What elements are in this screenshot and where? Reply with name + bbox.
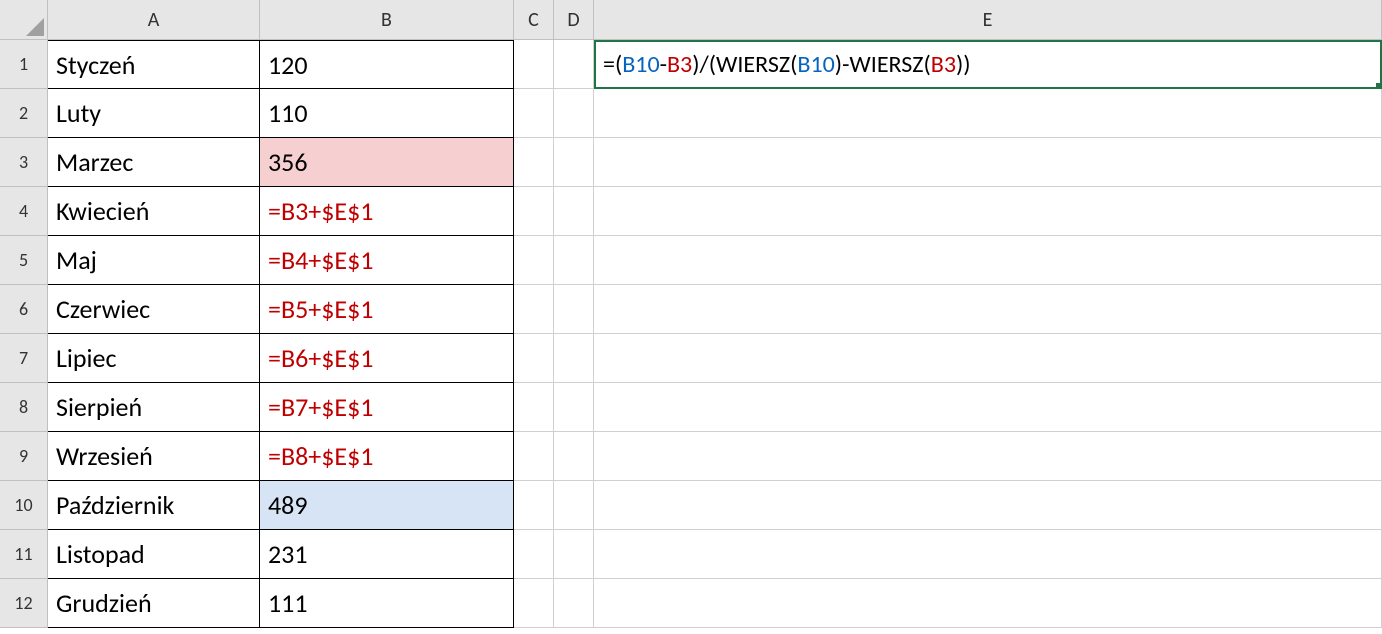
cell-D4[interactable] — [554, 187, 594, 236]
cell-E4[interactable] — [594, 187, 1382, 236]
cell-A12[interactable]: Grudzień — [48, 579, 260, 628]
cell-A4[interactable]: Kwiecień — [48, 187, 260, 236]
cell-D10[interactable] — [554, 481, 594, 530]
cell-B5[interactable]: =B4+$E$1 — [260, 236, 514, 285]
cell-B10[interactable]: 489 — [260, 481, 514, 530]
row-header-9[interactable]: 9 — [0, 432, 48, 481]
cell-B2[interactable]: 110 — [260, 89, 514, 138]
formula-seg: )) — [956, 50, 971, 79]
formula-seg: )/(WIERSZ( — [692, 50, 797, 79]
formula-seg: B10 — [622, 50, 659, 79]
cell-D2[interactable] — [554, 89, 594, 138]
cell-A6[interactable]: Czerwiec — [48, 285, 260, 334]
cell-C3[interactable] — [514, 138, 554, 187]
cell-A7[interactable]: Lipiec — [48, 334, 260, 383]
column-header-D[interactable]: D — [554, 0, 594, 40]
cell-D6[interactable] — [554, 285, 594, 334]
cell-B9[interactable]: =B8+$E$1 — [260, 432, 514, 481]
formula-seg: B3 — [667, 50, 692, 79]
row-header-12[interactable]: 12 — [0, 579, 48, 628]
cell-E12[interactable] — [594, 579, 1382, 628]
cell-D8[interactable] — [554, 383, 594, 432]
cell-E5[interactable] — [594, 236, 1382, 285]
cell-B7[interactable]: =B6+$E$1 — [260, 334, 514, 383]
cell-C10[interactable] — [514, 481, 554, 530]
cell-C6[interactable] — [514, 285, 554, 334]
cell-B4[interactable]: =B3+$E$1 — [260, 187, 514, 236]
row-header-3[interactable]: 3 — [0, 138, 48, 187]
formula-seg: - — [660, 50, 667, 79]
row-header-11[interactable]: 11 — [0, 530, 48, 579]
formula-seg: B3 — [931, 50, 956, 79]
cell-E1-active[interactable]: =(B10-B3)/(WIERSZ(B10)-WIERSZ(B3)) — [594, 40, 1382, 89]
row-header-2[interactable]: 2 — [0, 89, 48, 138]
cell-E8[interactable] — [594, 383, 1382, 432]
cell-C12[interactable] — [514, 579, 554, 628]
cell-A2[interactable]: Luty — [48, 89, 260, 138]
column-header-B[interactable]: B — [260, 0, 514, 40]
row-header-7[interactable]: 7 — [0, 334, 48, 383]
cell-B1[interactable]: 120 — [260, 40, 514, 89]
row-header-10[interactable]: 10 — [0, 481, 48, 530]
column-header-E[interactable]: E — [594, 0, 1382, 40]
cell-E9[interactable] — [594, 432, 1382, 481]
cell-C2[interactable] — [514, 89, 554, 138]
cell-A9[interactable]: Wrzesień — [48, 432, 260, 481]
column-header-A[interactable]: A — [48, 0, 260, 40]
cell-D3[interactable] — [554, 138, 594, 187]
cell-B6[interactable]: =B5+$E$1 — [260, 285, 514, 334]
select-all-corner[interactable] — [0, 0, 48, 40]
cell-A5[interactable]: Maj — [48, 236, 260, 285]
cell-A10[interactable]: Październik — [48, 481, 260, 530]
cell-C4[interactable] — [514, 187, 554, 236]
cell-C1[interactable] — [514, 40, 554, 89]
cell-A3[interactable]: Marzec — [48, 138, 260, 187]
row-header-4[interactable]: 4 — [0, 187, 48, 236]
cell-E7[interactable] — [594, 334, 1382, 383]
cell-A8[interactable]: Sierpień — [48, 383, 260, 432]
cell-A11[interactable]: Listopad — [48, 530, 260, 579]
cell-B11[interactable]: 231 — [260, 530, 514, 579]
cell-E11[interactable] — [594, 530, 1382, 579]
cell-C7[interactable] — [514, 334, 554, 383]
cell-E10[interactable] — [594, 481, 1382, 530]
cell-B12[interactable]: 111 — [260, 579, 514, 628]
cell-B8[interactable]: =B7+$E$1 — [260, 383, 514, 432]
cell-E3[interactable] — [594, 138, 1382, 187]
cell-D12[interactable] — [554, 579, 594, 628]
cell-D11[interactable] — [554, 530, 594, 579]
cell-E6[interactable] — [594, 285, 1382, 334]
row-header-5[interactable]: 5 — [0, 236, 48, 285]
cell-D9[interactable] — [554, 432, 594, 481]
row-header-1[interactable]: 1 — [0, 40, 48, 89]
cell-C8[interactable] — [514, 383, 554, 432]
formula-seg: B10 — [797, 50, 834, 79]
row-header-6[interactable]: 6 — [0, 285, 48, 334]
formula-content: =(B10-B3)/(WIERSZ(B10)-WIERSZ(B3)) — [603, 50, 971, 79]
cell-C9[interactable] — [514, 432, 554, 481]
cell-C5[interactable] — [514, 236, 554, 285]
cell-B3[interactable]: 356 — [260, 138, 514, 187]
column-header-C[interactable]: C — [514, 0, 554, 40]
row-header-8[interactable]: 8 — [0, 383, 48, 432]
formula-seg: )-WIERSZ( — [835, 50, 931, 79]
formula-seg: =( — [603, 50, 622, 79]
cell-D7[interactable] — [554, 334, 594, 383]
cell-D5[interactable] — [554, 236, 594, 285]
cell-E2[interactable] — [594, 89, 1382, 138]
cell-D1[interactable] — [554, 40, 594, 89]
cell-C11[interactable] — [514, 530, 554, 579]
cell-A1[interactable]: Styczeń — [48, 40, 260, 89]
